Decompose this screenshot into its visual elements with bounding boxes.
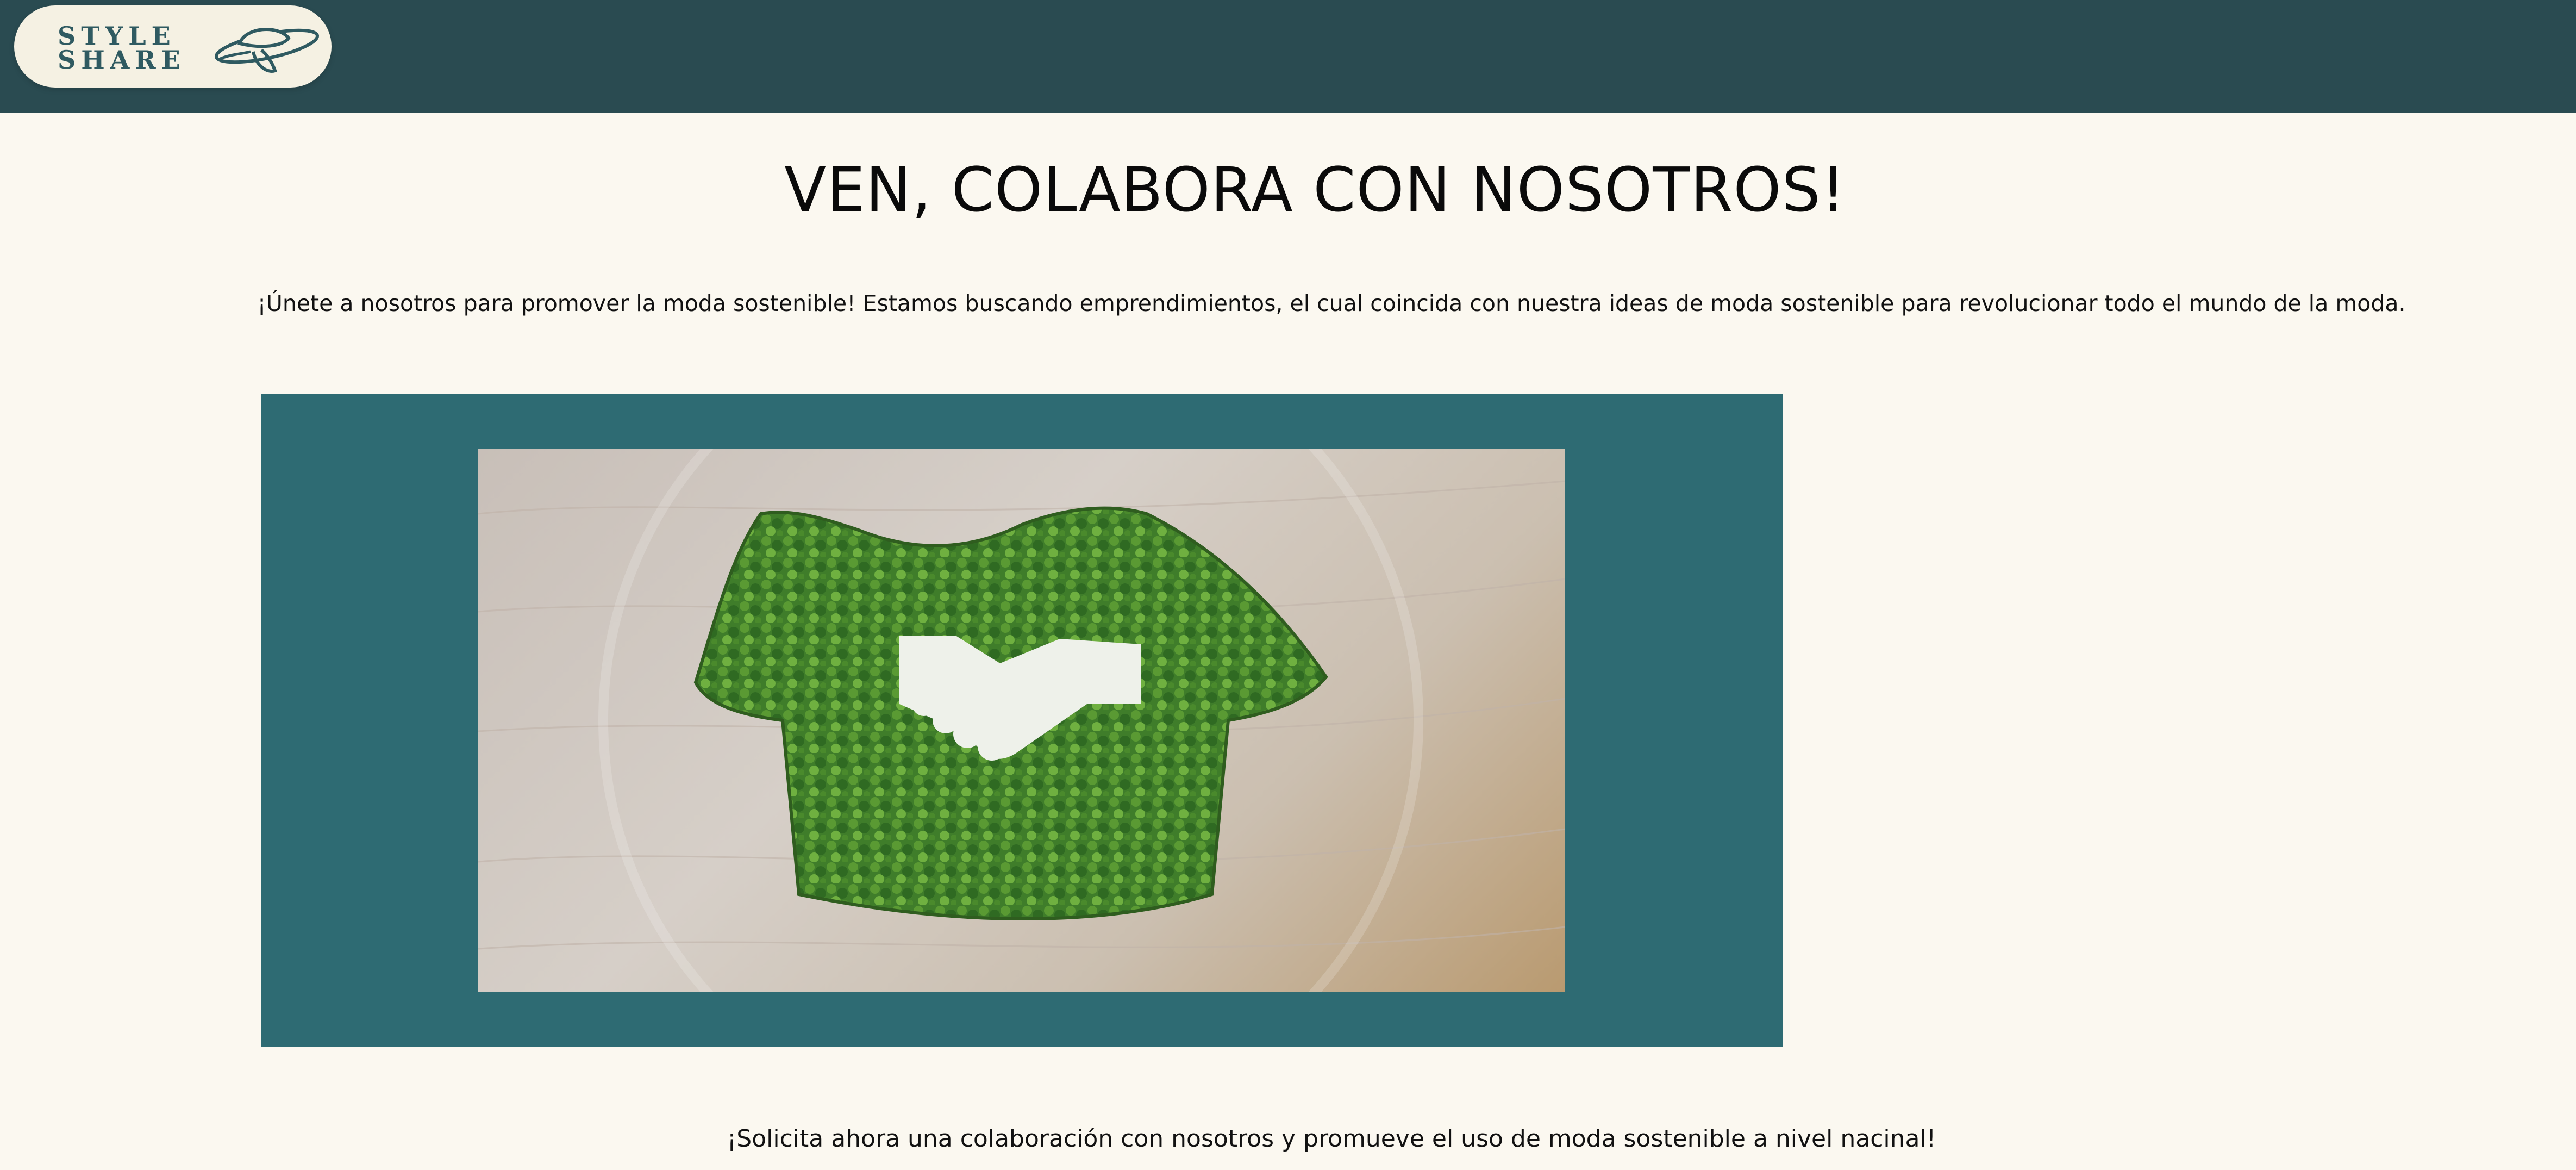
intro-text: ¡Únete a nosotros para promover la moda … [257, 290, 2406, 316]
logo-line-1: STYLE [58, 21, 176, 51]
hat-icon [214, 28, 320, 73]
page-title: VEN, COLABORA CON NOSOTROS! [784, 155, 1846, 226]
logo-line-2: SHARE [58, 45, 186, 74]
green-leaf-tshirt-handshake-image [478, 449, 1565, 992]
tshirt-illustration [478, 449, 1565, 992]
logo-wordmark: STYLE SHARE [58, 21, 186, 74]
collaboration-banner [261, 394, 1783, 1047]
site-logo[interactable]: STYLE SHARE [14, 5, 332, 88]
call-to-action-text: ¡Solicita ahora una colaboración con nos… [727, 1125, 1936, 1153]
site-header: STYLE SHARE [0, 0, 2576, 113]
